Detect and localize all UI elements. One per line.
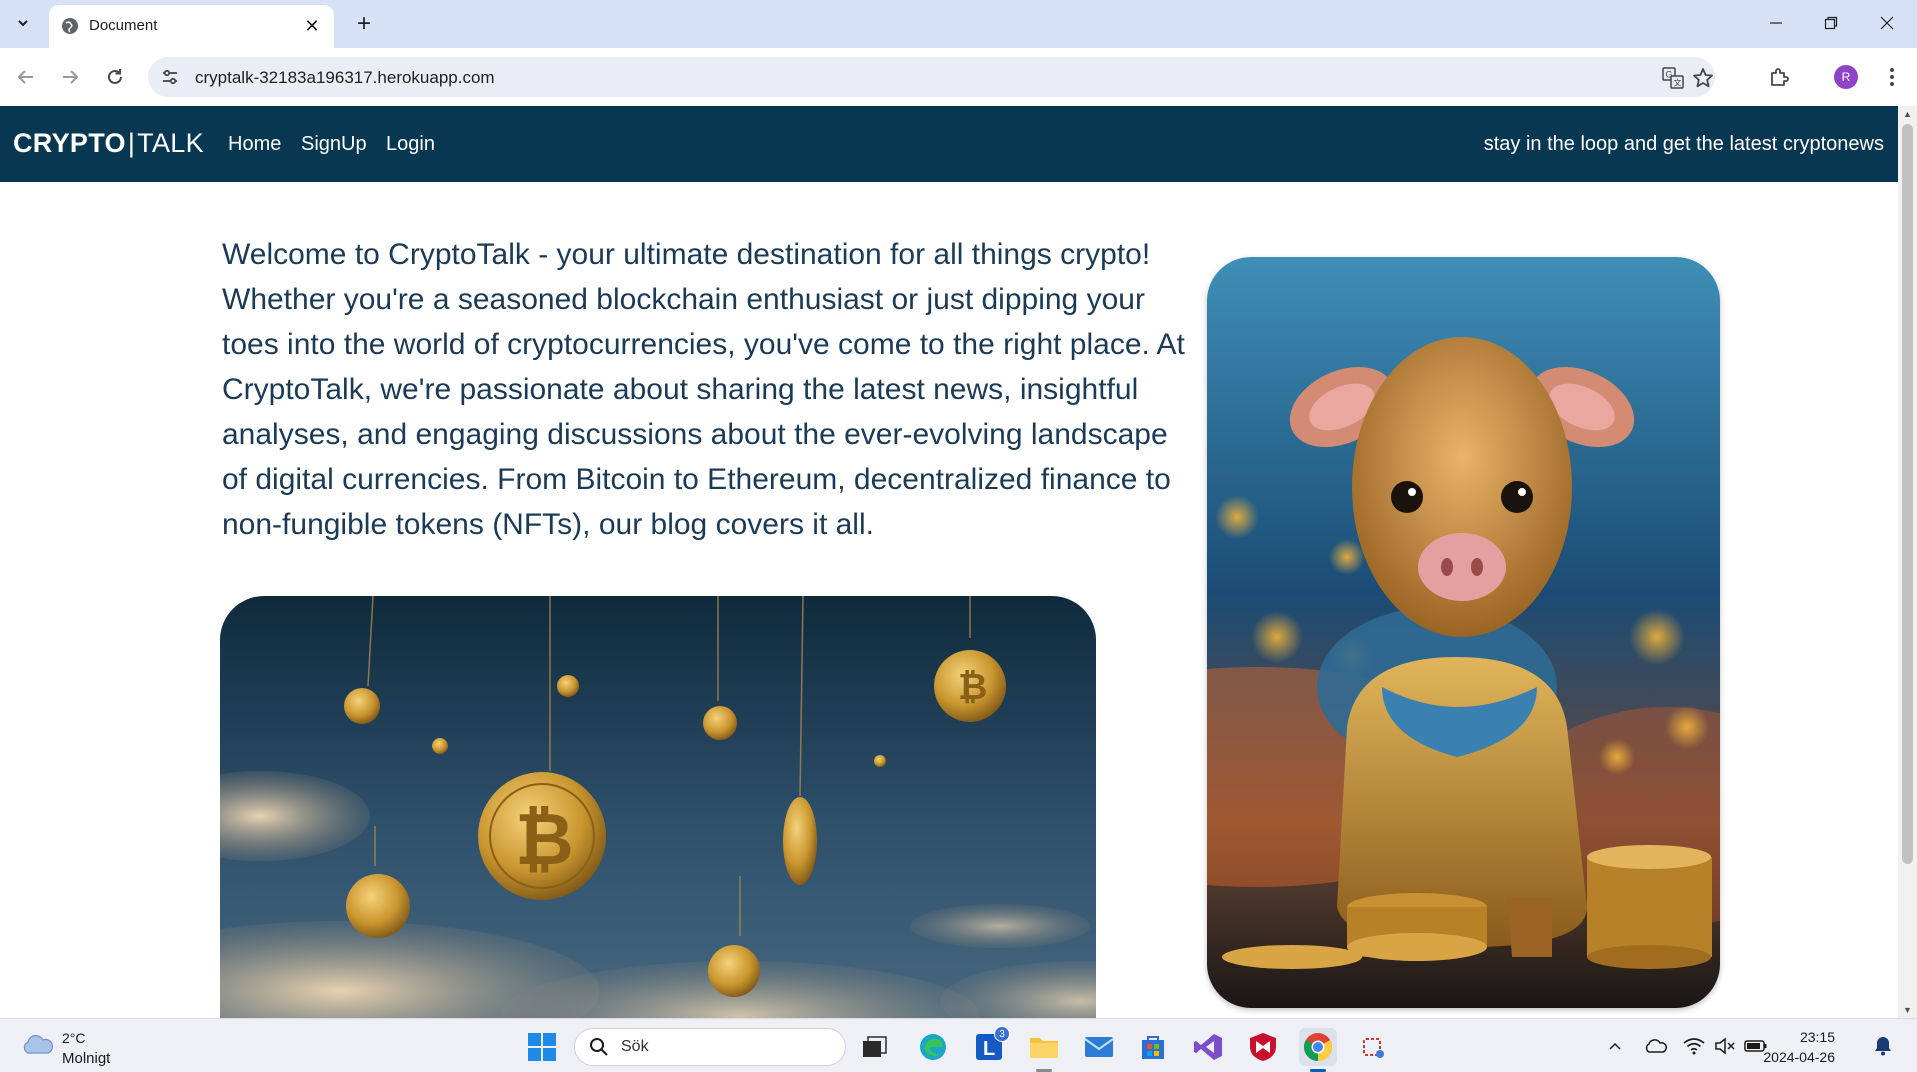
nav-login-link[interactable]: Login [386, 133, 435, 156]
windows-logo-icon [528, 1033, 556, 1061]
back-button[interactable] [8, 59, 44, 95]
browser-tabstrip: Document ✕ + [0, 0, 1917, 48]
globe-icon [62, 18, 78, 34]
restore-icon [1824, 16, 1838, 30]
arrow-left-icon [17, 70, 33, 84]
search-icon [590, 1038, 608, 1056]
cloud-icon [23, 1034, 54, 1054]
scroll-up-icon[interactable]: ▲ [1898, 106, 1917, 122]
browser-menu-button[interactable] [1874, 59, 1910, 95]
nav-home-link[interactable]: Home [228, 133, 281, 156]
tune-icon [163, 69, 177, 85]
volume-tray[interactable] [1712, 1033, 1738, 1059]
wifi-icon [1683, 1038, 1705, 1055]
taskbar-chrome[interactable] [1299, 1028, 1337, 1072]
tab-title: Document [89, 17, 158, 34]
folder-icon [1030, 1038, 1058, 1058]
site-logo[interactable]: CRYPTO|TALK [13, 128, 204, 159]
show-hidden-icons-button[interactable] [1602, 1033, 1628, 1059]
taskbar-edge[interactable] [914, 1028, 952, 1066]
chevron-down-icon [18, 20, 28, 27]
onedrive-tray[interactable] [1643, 1033, 1669, 1059]
notification-badge: 3 [994, 1026, 1010, 1042]
reload-icon [108, 69, 122, 84]
close-window-button[interactable] [1867, 6, 1907, 40]
reload-button[interactable] [97, 59, 133, 95]
mcafee-shield-icon [1250, 1033, 1276, 1061]
taskbar-store[interactable] [1134, 1028, 1172, 1066]
svg-text:₿: ₿ [515, 797, 574, 881]
address-bar[interactable]: cryptalk-32183a196317.herokuapp.com G文 [148, 57, 1715, 97]
weather-condition: Molnigt [62, 1050, 111, 1067]
screen: Document ✕ + cryptalk-32183a196317.herok… [0, 0, 1917, 1072]
onedrive-cloud-icon [1645, 1039, 1667, 1053]
minimize-button[interactable] [1756, 6, 1796, 40]
site-info-button[interactable] [158, 65, 182, 89]
taskbar-mcafee[interactable] [1244, 1028, 1282, 1066]
arrow-right-icon [63, 70, 79, 84]
visual-studio-icon [1194, 1034, 1222, 1060]
weather-temperature: 2°C [62, 1030, 86, 1046]
puzzle-icon [1771, 68, 1789, 86]
new-tab-button[interactable]: + [349, 9, 379, 39]
calf-illustration [1207, 257, 1720, 1008]
snipping-tool-icon [1363, 1038, 1384, 1058]
tab-search-button[interactable] [8, 8, 38, 38]
close-tab-icon[interactable]: ✕ [302, 16, 322, 36]
task-view-button[interactable] [856, 1028, 894, 1066]
brand-strong: CRYPTO [13, 128, 126, 158]
scroll-thumb[interactable] [1902, 124, 1913, 864]
navbar-tagline: stay in the loop and get the latest cryp… [1483, 133, 1884, 155]
page-scrollbar[interactable]: ▲ ▼ [1898, 106, 1917, 1018]
bookmark-star-icon[interactable] [1690, 65, 1716, 91]
taskbar-app-l[interactable]: L 3 [970, 1026, 1010, 1066]
intro-paragraph: Welcome to CryptoTalk - your ultimate de… [222, 238, 1185, 541]
site-navbar: CRYPTO|TALK Home SignUp Login stay in th… [0, 106, 1898, 182]
profile-button[interactable]: R [1828, 59, 1864, 95]
clock-date[interactable]: 2024-04-26 [1763, 1049, 1835, 1065]
extensions-button[interactable] [1761, 59, 1797, 95]
taskbar-visual-studio[interactable] [1189, 1028, 1227, 1066]
minimize-icon [1770, 22, 1782, 24]
restore-button[interactable] [1811, 6, 1851, 40]
taskbar-snipping-tool[interactable] [1355, 1028, 1393, 1066]
store-icon [1142, 1036, 1164, 1059]
svg-text:₿: ₿ [958, 667, 987, 708]
brand-separator: | [127, 128, 136, 158]
close-icon [1880, 16, 1894, 30]
nav-signup-link[interactable]: SignUp [301, 133, 367, 156]
task-view-icon [863, 1036, 887, 1057]
brand-light: TALK [137, 128, 204, 158]
url-text: cryptalk-32183a196317.herokuapp.com [195, 68, 495, 87]
more-vertical-icon [1890, 68, 1894, 86]
golden-calf-coins-image [1207, 257, 1720, 1008]
forward-button[interactable] [52, 59, 88, 95]
page-viewport: CRYPTO|TALK Home SignUp Login stay in th… [0, 106, 1898, 1018]
browser-toolbar: cryptalk-32183a196317.herokuapp.com G文 R [0, 48, 1917, 106]
taskbar-mail[interactable] [1080, 1028, 1118, 1066]
network-tray[interactable] [1681, 1033, 1707, 1059]
chevron-up-icon [1609, 1042, 1621, 1050]
avatar: R [1834, 65, 1858, 89]
chrome-icon [1304, 1033, 1332, 1061]
start-button[interactable] [523, 1028, 561, 1066]
svg-text:L: L [983, 1038, 995, 1060]
svg-text:文: 文 [1674, 78, 1682, 88]
volume-muted-icon [1715, 1037, 1735, 1055]
taskbar-file-explorer[interactable] [1025, 1028, 1063, 1072]
taskbar-search-placeholder: Sök [621, 1038, 649, 1055]
edge-browser-icon [920, 1034, 946, 1060]
mail-icon [1084, 1037, 1114, 1057]
scroll-down-icon[interactable]: ▼ [1898, 1002, 1917, 1018]
bitcoin-coins-sky-image: ₿ ₿ [220, 596, 1096, 1018]
taskbar-search[interactable]: Sök [574, 1028, 846, 1066]
clock-time[interactable]: 23:15 [1800, 1029, 1835, 1045]
windows-taskbar: 2°C Molnigt Sök L 3 23:15 2024-04-26 [0, 1018, 1917, 1072]
translate-icon[interactable]: G文 [1660, 65, 1686, 91]
coins-illustration: ₿ ₿ [220, 596, 1096, 1018]
bell-icon [1875, 1037, 1891, 1056]
browser-tab[interactable]: Document ✕ [49, 5, 334, 48]
notification-center-button[interactable] [1870, 1033, 1896, 1059]
